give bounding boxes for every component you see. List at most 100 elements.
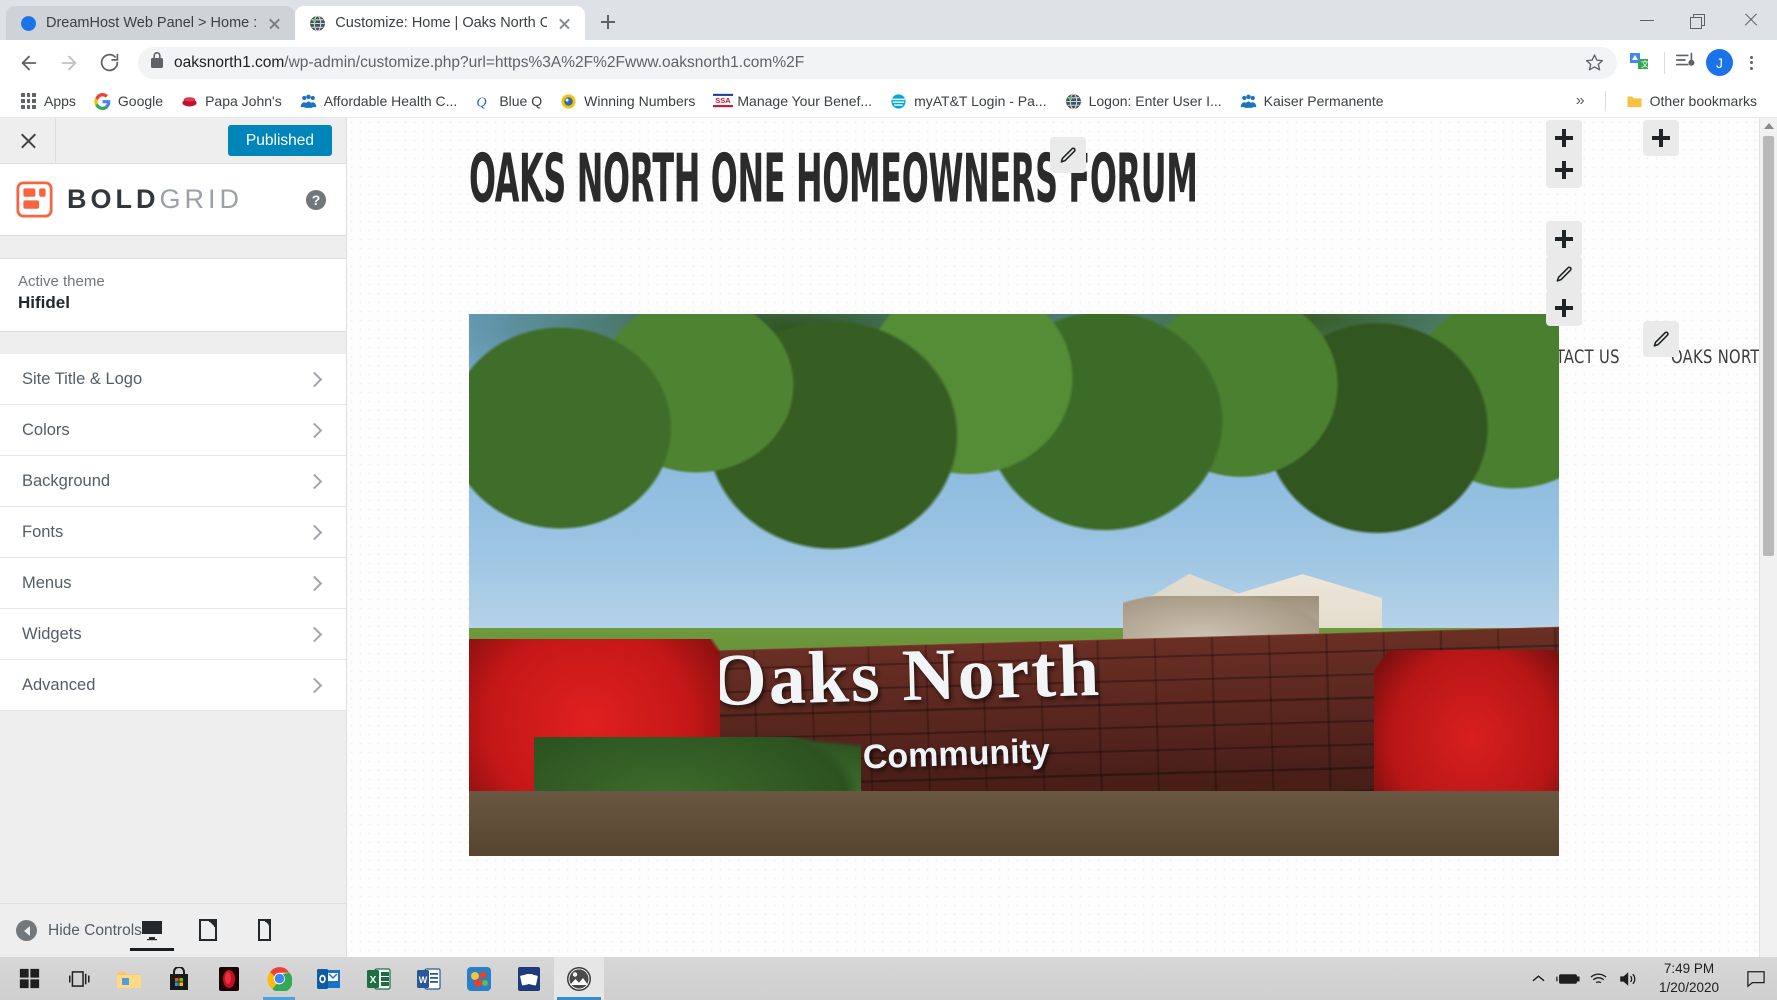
site-preview-area: OAKS NORTH ONE HOMEOWNERS FORUM HOME ABO… [347,118,1777,957]
sidebar-item-label: Background [22,471,111,490]
close-customizer-button[interactable] [0,118,56,163]
bookmark-logon-enter-user[interactable]: Logon: Enter User I... [1057,90,1230,113]
mobile-preview-button[interactable] [247,903,281,957]
add-row-second-chip[interactable] [1546,152,1582,188]
photos-app[interactable] [554,957,604,1000]
forward-arrow-icon[interactable] [50,44,88,82]
desktop-preview-button[interactable] [130,903,174,957]
chrome-menu-icon[interactable] [1737,49,1765,77]
file-explorer[interactable] [104,957,154,1000]
solitaire[interactable] [504,957,554,1000]
bookmark-label: myAT&T Login - Pa... [914,93,1047,109]
sidebar-item-site-title-logo[interactable]: Site Title & Logo [0,354,346,405]
window-controls [1621,0,1777,40]
edit-nav-chip[interactable] [1546,256,1582,292]
edit-title-chip[interactable] [1050,137,1086,173]
minimize-button[interactable] [1621,0,1673,40]
svg-text:文: 文 [1641,59,1649,69]
edit-hero-chip[interactable] [1643,321,1679,357]
svg-text:Q: Q [477,94,487,110]
reading-list-icon[interactable] [1674,49,1702,77]
bookmark-winning-numbers[interactable]: Winning Numbers [552,90,703,113]
add-below-nav-chip[interactable] [1546,290,1582,326]
hero-ground [469,790,1559,856]
toolbar-divider [1664,51,1665,74]
hero-image: Oaks North A 55+ Community [469,314,1559,856]
bookmarks-overflow-chevron[interactable]: » [1568,92,1593,110]
add-nav-chip[interactable] [1546,221,1582,257]
sidebar-item-background[interactable]: Background [0,456,346,507]
url-domain: oaksnorth1.com [174,53,285,71]
other-bookmarks-folder[interactable]: Other bookmarks [1618,90,1765,113]
profile-avatar[interactable]: J [1706,49,1733,76]
microsoft-word[interactable]: W [404,957,454,1000]
sidebar-item-colors[interactable]: Colors [0,405,346,456]
start-button[interactable] [4,957,54,1000]
bookmark-kaiser-permanente[interactable]: Kaiser Permanente [1232,90,1392,113]
svg-text:SSA: SSA [716,96,732,105]
tablet-preview-button[interactable] [191,903,225,957]
preview-scrollbar[interactable] [1759,118,1777,957]
apps-grid-icon [20,93,37,110]
chevron-right-icon [306,422,323,438]
new-tab-button[interactable] [593,7,623,37]
candy-crush[interactable] [454,957,504,1000]
reload-icon[interactable] [90,44,128,82]
url-path: /wp-admin/customize.php?url=https%3A%2F%… [284,53,805,71]
svg-text:X: X [370,975,377,986]
google-translate-extension-icon[interactable]: 文 [1627,49,1655,77]
publish-button[interactable]: Published [227,124,332,157]
back-arrow-icon[interactable] [10,44,48,82]
maximize-button[interactable] [1673,0,1725,40]
task-view-button[interactable] [54,957,104,1000]
sidebar-item-label: Widgets [22,624,82,643]
page-content: Published BOLDGRID ? Active theme Hifide… [0,118,1777,957]
hide-controls-label: Hide Controls [48,921,142,939]
bookmark-myatt-login[interactable]: myAT&T Login - Pa... [882,90,1055,113]
folder-icon [1626,93,1643,110]
bookmark-manage-benefits[interactable]: SSA Manage Your Benef... [705,90,880,113]
add-row-top-chip[interactable] [1546,120,1582,156]
microsoft-outlook[interactable] [304,957,354,1000]
microsoft-store[interactable] [154,957,204,1000]
browser-tab-dreamhost[interactable]: DreamHost Web Panel > Home : [6,6,296,40]
bookmark-apps[interactable]: Apps [12,90,84,113]
att-icon [890,93,907,110]
scroll-up-arrow-icon[interactable] [1764,123,1774,129]
hero-sign-main-text: Oaks North [707,630,1102,723]
sidebar-item-advanced[interactable]: Advanced [0,660,346,711]
google-chrome[interactable] [254,957,304,1000]
taskbar-clock[interactable]: 7:49 PM 1/20/2020 [1643,957,1735,1000]
wifi-icon[interactable] [1583,957,1613,1000]
bookmark-google[interactable]: Google [86,90,171,113]
red-app[interactable] [204,957,254,1000]
bookmark-papa-johns[interactable]: Papa John's [173,90,290,113]
sidebar-item-widgets[interactable]: Widgets [0,609,346,660]
healthcare-icon [300,93,317,110]
hide-controls-button[interactable]: Hide Controls [16,920,142,941]
close-icon[interactable] [266,15,283,32]
microsoft-excel[interactable]: X [354,957,404,1000]
bookmark-label: Manage Your Benef... [737,93,873,109]
close-window-button[interactable] [1725,0,1777,40]
scrollbar-thumb[interactable] [1763,136,1774,556]
volume-icon[interactable] [1613,957,1643,1000]
notification-icon[interactable] [1735,957,1777,1000]
sidebar-item-fonts[interactable]: Fonts [0,507,346,558]
battery-icon[interactable] [1553,957,1583,1000]
sidebar-item-menus[interactable]: Menus [0,558,346,609]
help-icon[interactable]: ? [306,189,326,210]
bookmark-affordable-health[interactable]: Affordable Health C... [292,90,466,113]
chevron-up-icon[interactable] [1523,957,1553,1000]
boldgrid-logo-icon [16,181,53,218]
close-icon[interactable] [556,15,573,32]
tab-title: Customize: Home | Oaks North O [335,15,548,31]
add-section-chip[interactable] [1643,120,1679,156]
bookmark-blue-q[interactable]: Q Blue Q [467,90,550,113]
browser-tab-customize[interactable]: Customize: Home | Oaks North O [295,6,586,40]
bookmark-label: Papa John's [205,93,282,109]
bookmark-label: Kaiser Permanente [1263,93,1384,109]
bookmark-star-icon[interactable] [1585,53,1605,73]
other-bookmarks-label: Other bookmarks [1649,93,1757,109]
address-bar[interactable]: oaksnorth1.com/wp-admin/customize.php?ur… [138,46,1617,79]
